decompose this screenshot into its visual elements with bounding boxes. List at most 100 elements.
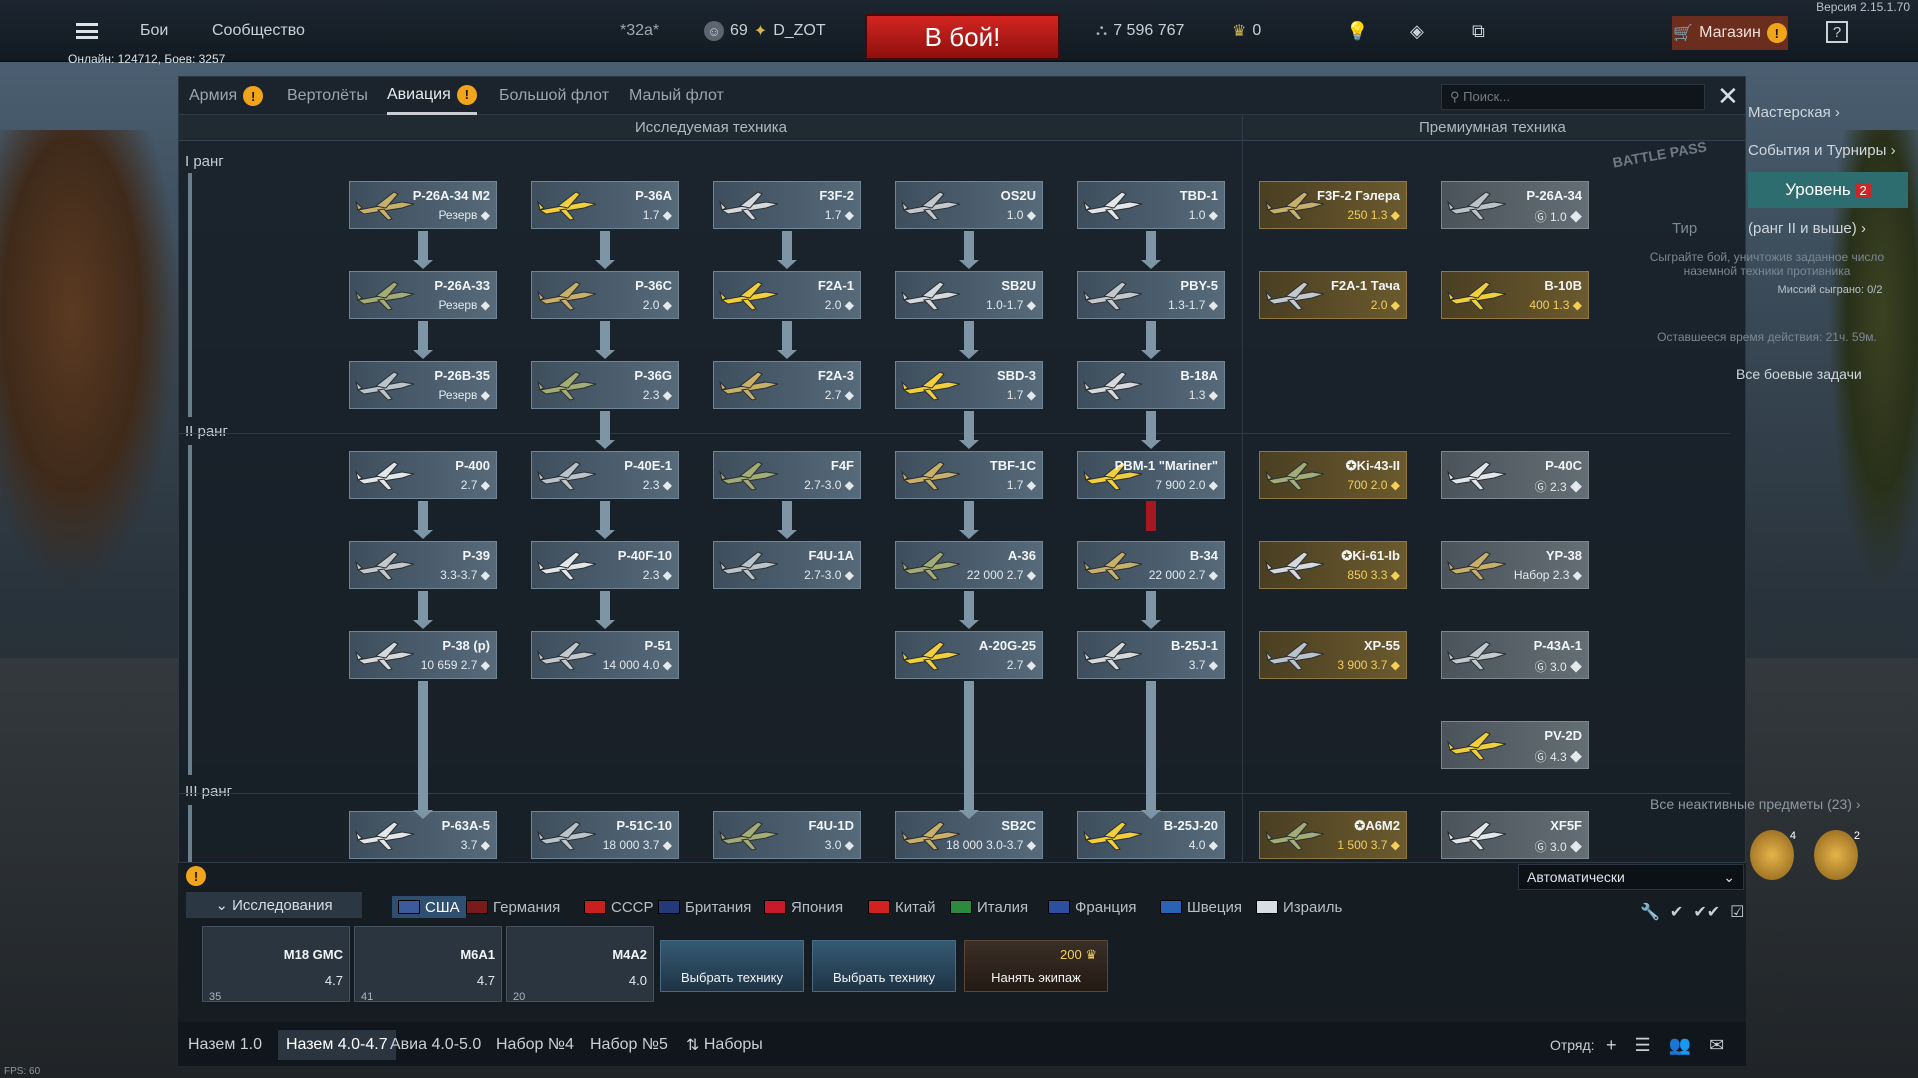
coupon-icon[interactable]: ⧉ <box>1472 0 1485 62</box>
vehicle-card[interactable]: F4F 2.7-3.0 ◆ <box>713 451 861 499</box>
check-all-icon[interactable]: ☑ <box>1730 902 1744 922</box>
nation-tab[interactable]: Китай <box>868 896 936 918</box>
vehicle-card[interactable]: P-36C 2.0 ◆ <box>531 271 679 319</box>
premium-vehicle-card[interactable]: PV-2D Ⓖ 4.3 ◆ <box>1441 721 1589 769</box>
vehicle-card[interactable]: SB2U 1.0-1.7 ◆ <box>895 271 1043 319</box>
vehicle-card[interactable]: F2A-3 2.7 ◆ <box>713 361 861 409</box>
vehicle-card[interactable]: F4U-1D 3.0 ◆ <box>713 811 861 859</box>
hire-crew-slot[interactable]: 200 ♛ Нанять экипаж <box>964 940 1108 992</box>
vehicle-card[interactable]: TBD-1 1.0 ◆ <box>1077 181 1225 229</box>
vehicle-card[interactable]: P-40F-10 2.3 ◆ <box>531 541 679 589</box>
preset-tab[interactable]: Назем 4.0-4.7 <box>278 1030 396 1060</box>
nation-tab[interactable]: Италия <box>950 896 1028 918</box>
vehicle-card[interactable]: P-51C-10 18 000 3.7 ◆ <box>531 811 679 859</box>
vehicle-card[interactable]: P-26A-33 Резерв ◆ <box>349 271 497 319</box>
premium-vehicle-card[interactable]: ✪A6M2 1 500 3.7 ◆ <box>1259 811 1407 859</box>
vehicle-card[interactable]: P-38 (p) 10 659 2.7 ◆ <box>349 631 497 679</box>
vehicle-card[interactable]: P-39 3.3-3.7 ◆ <box>349 541 497 589</box>
list-icon[interactable]: ☰ <box>1635 1035 1651 1056</box>
nation-tab[interactable]: СССР <box>584 896 654 918</box>
preset-tab[interactable]: Набор №5 <box>590 1030 668 1060</box>
premium-vehicle-card[interactable]: ✪Ki-61-Ib 850 3.3 ◆ <box>1259 541 1407 589</box>
preset-tab[interactable]: Авиа 4.0-5.0 <box>390 1030 481 1060</box>
choose-vehicle-slot[interactable]: Выбрать технику <box>660 940 804 992</box>
to-battle-button[interactable]: В бой! <box>865 14 1060 60</box>
lightbulb-icon[interactable]: 💡 <box>1346 0 1368 62</box>
nation-tab[interactable]: Япония <box>764 896 843 918</box>
premium-vehicle-card[interactable]: YP-38 Набор 2.3 ◆ <box>1441 541 1589 589</box>
auto-select-dropdown[interactable]: Автоматически ⌄ <box>1518 864 1744 890</box>
shop-button[interactable]: 🛒 Магазин ! <box>1672 16 1788 50</box>
vehicle-card[interactable]: PBY-5 1.3-1.7 ◆ <box>1077 271 1225 319</box>
check-icon[interactable]: ✔ <box>1670 902 1683 922</box>
vehicle-card[interactable]: B-34 22 000 2.7 ◆ <box>1077 541 1225 589</box>
nation-label: Израиль <box>1283 898 1343 916</box>
player-profile[interactable]: ☺ 69 ✦ D_ZOT <box>704 0 826 62</box>
all-tasks-link[interactable]: Все боевые задачи <box>1736 366 1896 382</box>
medal-item[interactable]: 4 <box>1750 830 1796 880</box>
level-indicator[interactable]: Уровень 2 <box>1748 172 1908 208</box>
vehicle-card[interactable]: P-26B-35 Резерв ◆ <box>349 361 497 409</box>
mail-icon[interactable]: ✉ <box>1709 1035 1724 1056</box>
vehicle-card[interactable]: PBM-1 "Mariner" 7 900 2.0 ◆ <box>1077 451 1225 499</box>
nation-tab[interactable]: Германия <box>466 896 560 918</box>
preset-tab[interactable]: ⇅ Наборы <box>686 1030 763 1060</box>
tab-army[interactable]: Армия! <box>189 77 264 115</box>
preset-tab[interactable]: Набор №4 <box>496 1030 574 1060</box>
vehicle-card[interactable]: P-36G 2.3 ◆ <box>531 361 679 409</box>
tab-aviation[interactable]: Авиация! <box>387 77 477 115</box>
vehicle-card[interactable]: B-18A 1.3 ◆ <box>1077 361 1225 409</box>
premium-vehicle-card[interactable]: ✪Ki-43-II 700 2.0 ◆ <box>1259 451 1407 499</box>
premium-vehicle-card[interactable]: XP-55 3 900 3.7 ◆ <box>1259 631 1407 679</box>
tab-bluewater-fleet[interactable]: Большой флот <box>499 77 609 115</box>
tab-helicopters[interactable]: Вертолёты <box>287 77 368 115</box>
community-menu[interactable]: Сообщество <box>212 0 305 62</box>
preset-tab[interactable]: Назем 1.0 <box>188 1030 262 1060</box>
premium-vehicle-card[interactable]: P-40C Ⓖ 2.3 ◆ <box>1441 451 1589 499</box>
nation-tab[interactable]: Британия <box>658 896 751 918</box>
vehicle-card[interactable]: SBD-3 1.7 ◆ <box>895 361 1043 409</box>
premium-vehicle-card[interactable]: P-43A-1 Ⓖ 3.0 ◆ <box>1441 631 1589 679</box>
crew-slot-m4a2[interactable]: M4A2 4.0 20 <box>506 926 654 1003</box>
vehicle-card[interactable]: F4U-1A 2.7-3.0 ◆ <box>713 541 861 589</box>
crew-slot-m6a1[interactable]: M6A1 4.7 41 <box>354 926 502 1003</box>
nation-tab[interactable]: США <box>392 896 466 918</box>
search-input[interactable]: ⚲ Поиск... <box>1441 84 1705 110</box>
crew-slot-m18[interactable]: M18 GMC 4.7 35 <box>202 926 350 1003</box>
premium-vehicle-card[interactable]: B-10B 400 1.3 ◆ <box>1441 271 1589 319</box>
medal-item[interactable]: 2 <box>1814 830 1860 880</box>
add-icon[interactable]: + <box>1606 1035 1617 1056</box>
vehicle-card[interactable]: OS2U 1.0 ◆ <box>895 181 1043 229</box>
premium-vehicle-card[interactable]: F3F-2 Гэлера 250 1.3 ◆ <box>1259 181 1407 229</box>
tab-coastal-fleet[interactable]: Малый флот <box>629 77 724 115</box>
vehicle-card[interactable]: P-26A-34 M2 Резерв ◆ <box>349 181 497 229</box>
inactive-items-link[interactable]: Все неактивные предметы (23) › <box>1650 796 1910 812</box>
double-check-icon[interactable]: ✔✔ <box>1693 902 1720 922</box>
vehicle-card[interactable]: P-40E-1 2.3 ◆ <box>531 451 679 499</box>
close-icon[interactable]: ✕ <box>1717 83 1739 109</box>
vehicle-card[interactable]: F3F-2 1.7 ◆ <box>713 181 861 229</box>
vehicle-card[interactable]: P-51 14 000 4.0 ◆ <box>531 631 679 679</box>
workshop-link[interactable]: Мастерская › <box>1748 104 1908 121</box>
decal-icon[interactable]: ◈ <box>1410 0 1424 62</box>
vehicle-card[interactable]: B-25J-1 3.7 ◆ <box>1077 631 1225 679</box>
nation-tab[interactable]: Израиль <box>1256 896 1342 918</box>
wrench-icon[interactable]: 🔧 <box>1640 902 1660 922</box>
choose-vehicle-slot-2[interactable]: Выбрать технику <box>812 940 956 992</box>
events-link[interactable]: События и Турниры › <box>1748 142 1908 159</box>
vehicle-card[interactable]: P-400 2.7 ◆ <box>349 451 497 499</box>
vehicle-card[interactable]: TBF-1C 1.7 ◆ <box>895 451 1043 499</box>
nation-tab[interactable]: Швеция <box>1160 896 1242 918</box>
vehicle-card[interactable]: A-20G-25 2.7 ◆ <box>895 631 1043 679</box>
vehicle-card[interactable]: A-36 22 000 2.7 ◆ <box>895 541 1043 589</box>
research-toggle[interactable]: ⌄ Исследования <box>186 892 362 918</box>
premium-vehicle-card[interactable]: F2A-1 Тача 2.0 ◆ <box>1259 271 1407 319</box>
premium-vehicle-card[interactable]: P-26A-34 Ⓖ 1.0 ◆ <box>1441 181 1589 229</box>
vehicle-card[interactable]: F2A-1 2.0 ◆ <box>713 271 861 319</box>
nation-tab[interactable]: Франция <box>1048 896 1136 918</box>
vehicle-card[interactable]: P-36A 1.7 ◆ <box>531 181 679 229</box>
help-button[interactable]: ? <box>1826 21 1848 43</box>
premium-vehicle-card[interactable]: XF5F Ⓖ 3.0 ◆ <box>1441 811 1589 859</box>
friends-icon[interactable]: 👥 <box>1669 1035 1691 1056</box>
rank-requirement[interactable]: (ранг II и выше) › <box>1748 220 1908 237</box>
